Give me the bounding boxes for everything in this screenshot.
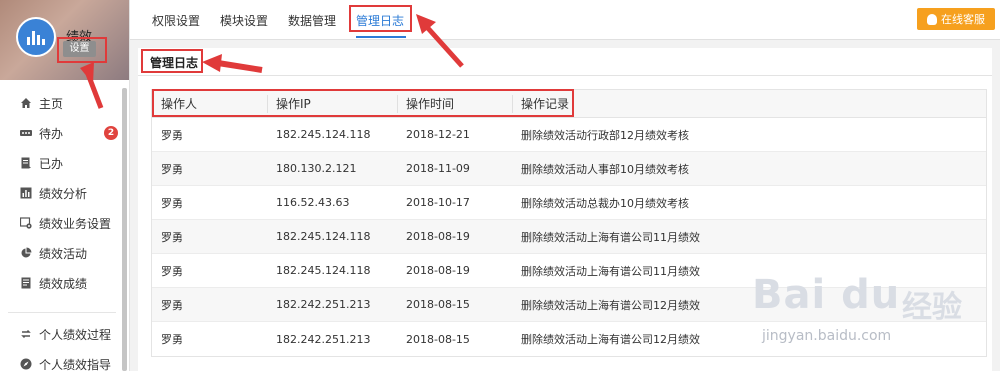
cell-time: 2018-12-21 — [406, 128, 470, 141]
watermark-brand-cn: 经验 — [902, 290, 962, 325]
table-row[interactable]: 罗勇 116.52.43.63 2018-10-17 删除绩效活动总裁办10月绩… — [152, 186, 986, 220]
tab-permissions[interactable]: 权限设置 — [152, 12, 200, 29]
cell-time: 2018-08-15 — [406, 298, 470, 311]
top-tab-bar: 权限设置 模块设置 数据管理 管理日志 在线客服 — [130, 0, 1000, 40]
cell-operator: 罗勇 — [161, 264, 183, 278]
settings-window-icon — [20, 217, 32, 229]
table-row[interactable]: 罗勇 180.130.2.121 2018-11-09 删除绩效活动人事部10月… — [152, 152, 986, 186]
online-service-label: 在线客服 — [941, 13, 985, 26]
highlight-box-tab — [349, 5, 412, 32]
sidebar-item-label: 已办 — [39, 156, 64, 171]
sidebar-item-business-settings[interactable]: 绩效业务设置 — [0, 208, 124, 238]
cell-time: 2018-10-17 — [406, 196, 470, 209]
cell-record: 删除绩效活动上海有谱公司12月绩效 — [521, 333, 700, 346]
cell-time: 2018-08-15 — [406, 332, 470, 346]
todo-count-badge: 2 — [104, 126, 118, 140]
cell-ip: 182.245.124.118 — [276, 264, 371, 277]
cell-ip: 182.245.124.118 — [276, 128, 371, 141]
cell-ip: 116.52.43.63 — [276, 196, 350, 209]
table-row[interactable]: 罗勇 182.245.124.118 2018-12-21 删除绩效活动行政部1… — [152, 118, 986, 152]
pie-chart-icon — [20, 247, 32, 259]
document-icon — [20, 157, 32, 169]
profile-panel: 绩效 设置 — [0, 0, 129, 80]
highlight-box-section — [141, 49, 203, 73]
watermark-url: jingyan.baidu.com — [762, 328, 892, 344]
avatar[interactable] — [16, 17, 56, 57]
sidebar-divider — [8, 312, 116, 313]
sidebar-item-todo[interactable]: 待办 2 — [0, 118, 124, 148]
cell-time: 2018-11-09 — [406, 162, 470, 175]
sidebar-item-label: 个人绩效指导 — [39, 357, 112, 371]
cell-operator: 罗勇 — [161, 162, 183, 176]
highlight-box-settings — [57, 37, 107, 63]
sidebar-item-home[interactable]: 主页 — [0, 88, 124, 118]
sidebar-item-label: 待办 — [39, 126, 64, 141]
sidebar-item-label: 主页 — [39, 96, 64, 111]
sidebar-item-label: 绩效成绩 — [39, 276, 88, 291]
highlight-box-table-header — [152, 89, 574, 117]
sidebar: 绩效 设置 主页 待办 2 已办 绩效分析 绩效业务设置 绩效活动 绩效成绩 个… — [0, 0, 130, 371]
cell-record: 删除绩效活动总裁办10月绩效考核 — [521, 196, 689, 210]
watermark-brand: Bai du — [752, 272, 901, 318]
cell-ip: 182.242.251.213 — [276, 298, 371, 311]
refresh-icon — [20, 328, 32, 340]
sidebar-item-label: 绩效活动 — [39, 246, 88, 261]
cell-operator: 罗勇 — [161, 196, 183, 210]
sidebar-menu: 主页 待办 2 已办 绩效分析 绩效业务设置 绩效活动 绩效成绩 个人绩效过程 … — [0, 88, 124, 371]
cell-ip: 180.130.2.121 — [276, 162, 357, 175]
sidebar-item-label: 个人绩效过程 — [39, 327, 112, 342]
cell-record: 删除绩效活动行政部12月绩效考核 — [521, 128, 689, 142]
cell-operator: 罗勇 — [161, 128, 183, 142]
qq-icon — [927, 13, 937, 25]
baidu-watermark: Bai du 经验 jingyan.baidu.com — [752, 268, 990, 360]
compass-icon — [20, 358, 32, 370]
dots-icon — [20, 127, 32, 139]
sidebar-item-activities[interactable]: 绩效活动 — [0, 238, 124, 268]
cell-record: 删除绩效活动人事部10月绩效考核 — [521, 162, 689, 176]
cell-time: 2018-08-19 — [406, 230, 470, 243]
sidebar-item-done[interactable]: 已办 — [0, 148, 124, 178]
sidebar-item-results[interactable]: 绩效成绩 — [0, 268, 124, 298]
section-divider — [138, 75, 992, 76]
bar-chart-icon — [20, 187, 32, 199]
cell-record: 删除绩效活动上海有谱公司12月绩效 — [521, 298, 700, 312]
cell-operator: 罗勇 — [161, 230, 183, 244]
cell-ip: 182.245.124.118 — [276, 230, 371, 243]
tab-modules[interactable]: 模块设置 — [220, 12, 268, 29]
sidebar-item-analysis[interactable]: 绩效分析 — [0, 178, 124, 208]
home-icon — [20, 97, 32, 109]
sidebar-item-label: 绩效分析 — [39, 186, 88, 201]
online-service-button[interactable]: 在线客服 — [917, 8, 995, 30]
cell-time: 2018-08-19 — [406, 264, 470, 277]
cell-ip: 182.242.251.213 — [276, 332, 371, 346]
cell-record: 删除绩效活动上海有谱公司11月绩效 — [521, 264, 700, 278]
table-row[interactable]: 罗勇 182.245.124.118 2018-08-19 删除绩效活动上海有谱… — [152, 220, 986, 254]
cell-record: 删除绩效活动上海有谱公司11月绩效 — [521, 230, 700, 244]
cell-operator: 罗勇 — [161, 333, 183, 346]
sidebar-scrollbar[interactable] — [122, 88, 127, 371]
report-icon — [20, 277, 32, 289]
sidebar-item-personal-guidance[interactable]: 个人绩效指导 — [0, 349, 124, 371]
active-tab-indicator — [356, 36, 406, 38]
sidebar-item-label: 绩效业务设置 — [39, 216, 112, 231]
cell-operator: 罗勇 — [161, 298, 183, 312]
sidebar-item-personal-process[interactable]: 个人绩效过程 — [0, 319, 124, 349]
tab-data-management[interactable]: 数据管理 — [288, 12, 336, 29]
